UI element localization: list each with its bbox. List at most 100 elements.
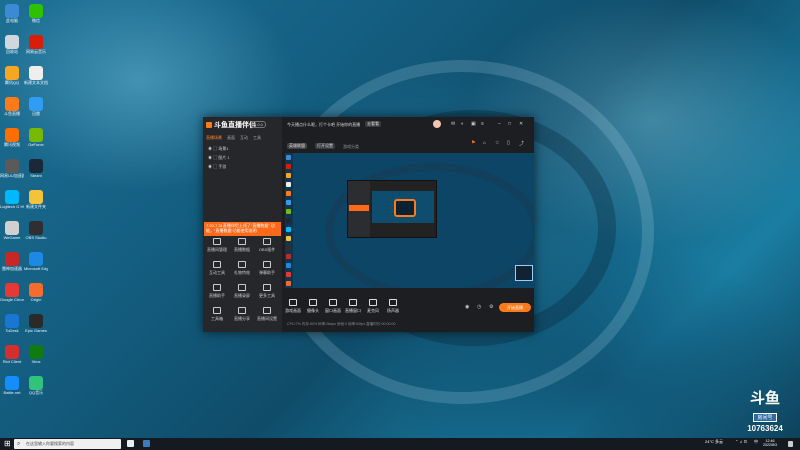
tool-item[interactable]: 直播录屏 (230, 284, 254, 299)
source-button[interactable]: 扬声器 (383, 299, 403, 314)
tool-item[interactable]: 直播助手 (205, 284, 229, 299)
camera-small-icon[interactable]: ◉ (465, 304, 469, 310)
tab-interact[interactable]: 互动 (240, 135, 248, 141)
notification-icon[interactable] (788, 441, 793, 447)
tray-icons[interactable]: ⌃ ♫ ⊡ (735, 439, 747, 444)
tool-item[interactable]: 工具箱 (205, 307, 229, 322)
tool-item[interactable]: 直播数据 (230, 238, 254, 253)
hot-icon[interactable]: ⚑ (471, 140, 475, 146)
desktop-icon[interactable]: OBS Studio (24, 221, 48, 251)
douyu-watermark: 斗鱼 房间号 10763624 (743, 391, 787, 434)
tool-item[interactable]: 弹幕助手 (255, 261, 279, 276)
share-icon[interactable]: ⤴ (519, 140, 524, 147)
preview-canvas[interactable] (285, 153, 534, 288)
desktop-icon-label: Origin (30, 297, 42, 302)
tool-label: 直播数据 (234, 247, 250, 252)
settings-icon[interactable]: ⚙ (489, 304, 493, 310)
skin-icon[interactable]: ◐ (461, 121, 464, 127)
tool-item[interactable]: 更多工具 (255, 284, 279, 299)
preview-app-icon (286, 263, 291, 268)
maximize-button[interactable]: □ (508, 121, 511, 127)
taskbar-clock[interactable]: 12:46 2022/8/3 (763, 439, 777, 447)
desktop-icon[interactable]: WeGame (0, 221, 24, 251)
gift-icon[interactable]: ▣ (471, 121, 476, 127)
lock-icon[interactable]: ⌂ (483, 140, 486, 146)
source-button[interactable]: 麦克风 (363, 299, 383, 314)
tool-icon (263, 284, 271, 291)
version-badge[interactable]: 5.0.0 (251, 121, 266, 128)
taskbar-search[interactable]: ⌕ 在这里输入你要搜索的内容 (14, 439, 121, 449)
desktop-icon[interactable]: 新建文件夹 (24, 190, 48, 220)
desktop-icon[interactable]: Origin (24, 283, 48, 313)
start-button[interactable]: ⊞ (4, 440, 11, 448)
tab-scene[interactable]: 直播场景 (206, 135, 222, 141)
desktop-icon-label: 腾讯视频 (4, 142, 20, 147)
desktop-icon[interactable]: 网易云音乐 (24, 35, 48, 65)
tool-icon (238, 261, 246, 268)
desktop-icon[interactable]: 斗鱼直播 (0, 97, 24, 127)
app-icon (29, 35, 43, 49)
desktop-icon[interactable]: Microsoft Edge (24, 252, 48, 282)
category-button[interactable]: 英雄联盟 (287, 143, 307, 149)
desktop-icon-label: 此电脑 (6, 18, 18, 23)
tab-picture[interactable]: 画面 (227, 135, 235, 141)
desktop-icon[interactable]: Riot Client (0, 345, 24, 375)
tool-item[interactable]: OBS插件 (255, 238, 279, 253)
source-button[interactable]: 窗口画面 (323, 299, 343, 314)
input-language[interactable]: 中 (754, 439, 758, 445)
task-view-icon[interactable] (127, 440, 134, 447)
desktop-icon[interactable]: QQ音乐 (24, 376, 48, 406)
file-explorer-icon[interactable] (143, 440, 150, 447)
app-icon (5, 128, 19, 142)
desktop-icon[interactable]: 微信 (24, 4, 48, 34)
desktop-icon[interactable]: Battle.net (0, 376, 24, 406)
desktop-icon[interactable]: Steam (24, 159, 48, 189)
desktop-icon-label: 微信 (32, 18, 40, 23)
desktop-icon-label: 回收站 (6, 49, 18, 54)
desktop-icon[interactable]: 此电脑 (0, 4, 24, 34)
desktop-icon[interactable]: 新建文本文档 (24, 66, 48, 96)
preview-app-icon (286, 227, 291, 232)
app-icon (29, 314, 43, 328)
scene-item[interactable]: ◉ ▢ 手游 (208, 164, 226, 170)
timer-icon[interactable]: ◷ (477, 304, 481, 310)
scene-item[interactable]: ◉ ▢ 场景1 (208, 146, 228, 152)
tool-icon (213, 238, 221, 245)
fav-icon[interactable]: ☆ (495, 140, 499, 146)
scene-item[interactable]: ◉ ▢ 图片 1 (208, 155, 230, 161)
desktop-icon[interactable]: Epic Games (24, 314, 48, 344)
desktop-icon[interactable]: 回收站 (0, 35, 24, 65)
source-button[interactable]: 摄像头 (303, 299, 323, 314)
tool-item[interactable]: 礼物特效 (230, 261, 254, 276)
weather-widget[interactable]: 24°C 多云 (705, 439, 723, 445)
menu-icon[interactable]: ≡ (481, 121, 484, 127)
desktop-icon[interactable]: GeForce (24, 128, 48, 158)
start-live-button[interactable]: 开始直播 (499, 303, 531, 312)
settings-button[interactable]: 打开设置 (315, 143, 335, 149)
desktop-icon[interactable]: Google Chrome (0, 283, 24, 313)
mail-icon[interactable]: ✉ (451, 121, 455, 127)
notice-button[interactable]: 去看看 (365, 121, 381, 127)
tool-item[interactable]: 直播间管理 (205, 238, 229, 253)
tool-item[interactable]: 互动工具 (205, 261, 229, 276)
notice-text: 今天播点什么呢，打个卡吧 开始你的直播 (287, 122, 361, 127)
tool-item[interactable]: 直播分享 (230, 307, 254, 322)
minimize-button[interactable]: – (498, 121, 501, 127)
desktop-icon[interactable]: ToDesk (0, 314, 24, 344)
desktop-icon[interactable]: 迅雷 (24, 97, 48, 127)
desktop-icon-label: 雷神加速器 (2, 266, 22, 271)
source-button[interactable]: 直播窗口 (343, 299, 363, 314)
desktop-icon[interactable]: 网易UU加速器 (0, 159, 24, 189)
tab-tools[interactable]: 工具 (253, 135, 261, 141)
desktop-icon[interactable]: Logitech G HUB (0, 190, 24, 220)
close-button[interactable]: ✕ (519, 121, 523, 127)
source-button[interactable]: 游戏画面 (283, 299, 303, 314)
mobile-icon[interactable]: ▯ (507, 140, 510, 146)
desktop-icon[interactable]: 腾讯QQ (0, 66, 24, 96)
promo-banner[interactable]: 7.20-7.31直播伴侣上线了“直播数据” 功能，“直播数据”功能使用说明 (204, 222, 281, 236)
tool-item[interactable]: 直播间设置 (255, 307, 279, 322)
desktop-icon[interactable]: 雷神加速器 (0, 252, 24, 282)
desktop-icon[interactable]: 腾讯视频 (0, 128, 24, 158)
desktop-icon[interactable]: Xbox (24, 345, 48, 375)
avatar[interactable] (433, 120, 441, 128)
